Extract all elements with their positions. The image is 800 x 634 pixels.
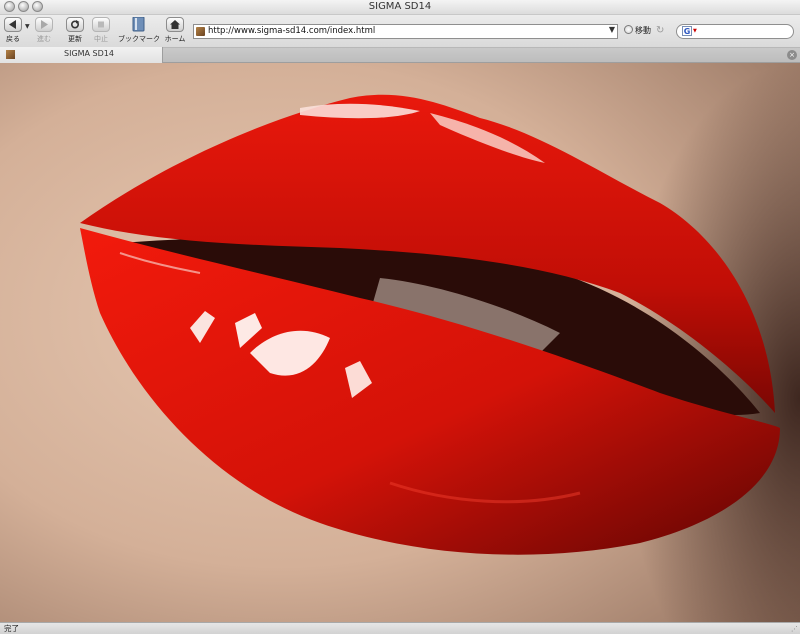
home-button[interactable]: ホーム: [153, 17, 197, 44]
browser-toolbar: 戻る ▼ 進む 更新 中止 ブックマーク ホーム http://www.sigm…: [0, 15, 800, 47]
tab-bar-empty-area[interactable]: ×: [163, 48, 800, 62]
loading-spinner-icon: ↻: [656, 25, 665, 36]
status-text: 完了: [4, 624, 19, 633]
tab-bar: SIGMA SD14 ×: [0, 47, 800, 63]
tab-title: SIGMA SD14: [64, 49, 114, 58]
home-icon: [166, 17, 184, 32]
forward-arrow-icon: [35, 17, 53, 32]
page-content[interactable]: [0, 63, 800, 622]
site-favicon: [196, 27, 205, 36]
home-label: ホーム: [164, 35, 186, 43]
url-text[interactable]: http://www.sigma-sd14.com/index.html: [208, 26, 375, 36]
tab-favicon-icon: [6, 50, 15, 59]
window-title: SIGMA SD14: [368, 1, 432, 12]
go-circle-icon: [624, 25, 633, 34]
tab-sigma-sd14[interactable]: SIGMA SD14: [0, 47, 163, 63]
lips-photo: [0, 63, 800, 622]
address-bar[interactable]: http://www.sigma-sd14.com/index.html ▼: [193, 24, 618, 39]
bookmarks-book-icon: [130, 17, 148, 32]
back-arrow-icon: [4, 17, 22, 32]
go-button[interactable]: 移動: [624, 25, 651, 39]
stop-icon: [92, 17, 110, 32]
url-history-dropdown-icon[interactable]: ▼: [609, 25, 615, 34]
close-tab-icon[interactable]: ×: [787, 50, 797, 60]
search-field[interactable]: G ▼: [676, 24, 794, 39]
google-search-engine-icon[interactable]: G: [682, 26, 692, 36]
search-engine-dropdown-icon[interactable]: ▼: [693, 28, 697, 34]
window-title-bar[interactable]: SIGMA SD14: [0, 0, 800, 15]
go-label: 移動: [635, 26, 651, 35]
status-bar: 完了 ⋰: [0, 622, 800, 634]
resize-grip-icon[interactable]: ⋰: [791, 625, 798, 633]
